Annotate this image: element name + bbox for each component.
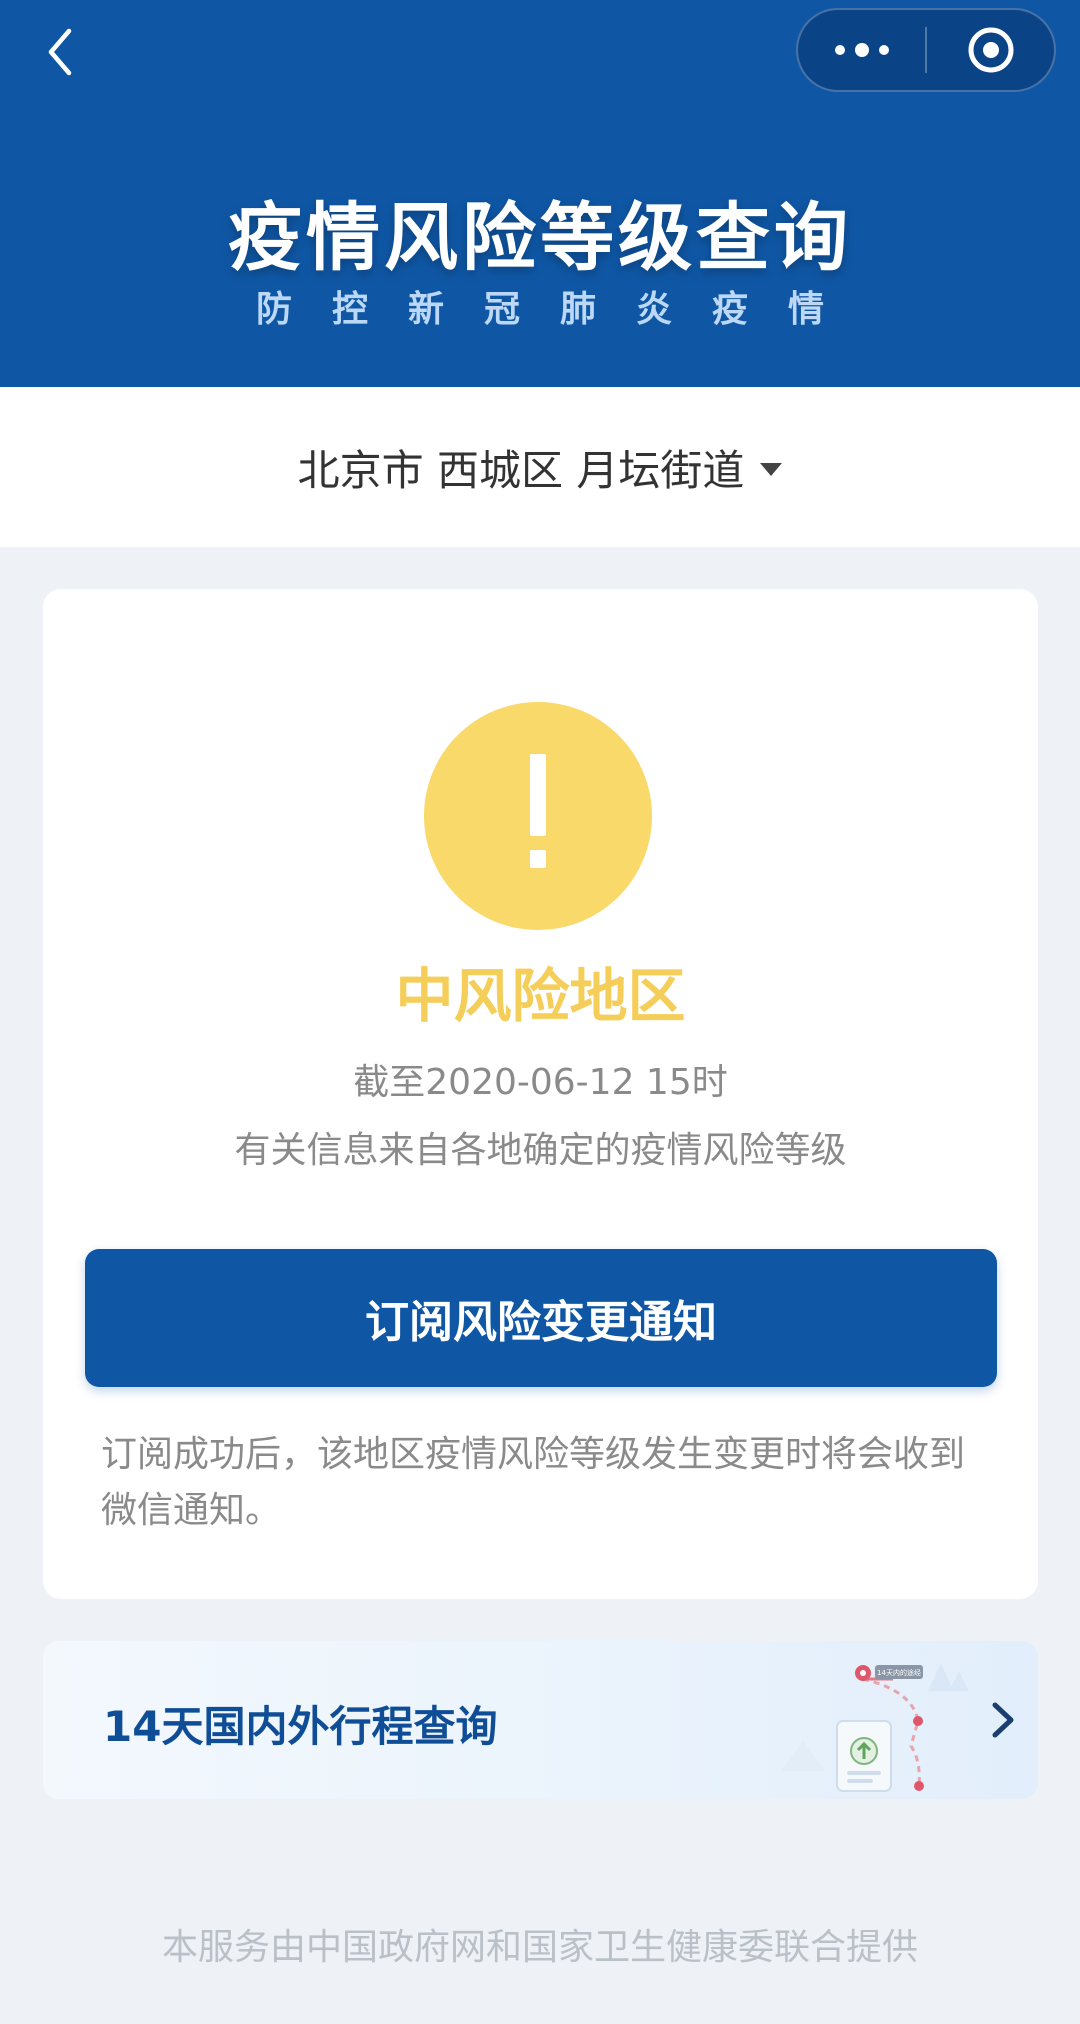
region-selector[interactable]: 北京市 西城区 月坛街道 <box>0 387 1080 547</box>
footer-credit: 本服务由中国政府网和国家卫生健康委联合提供 <box>161 1927 918 1968</box>
page-subtitle: 防控新冠肺炎疫情 <box>255 289 864 330</box>
illustration-tag: 14天内的途经 <box>877 1668 921 1677</box>
risk-status-card: 中风险地区 截至2020-06-12 15时 有关信息来自各地确定的疫情风险等级… <box>43 589 1038 1599</box>
target-circle-icon <box>968 27 1013 73</box>
risk-level-label: 中风险地区 <box>395 962 686 1030</box>
exclamation-icon <box>424 702 652 930</box>
chevron-left-icon <box>48 28 72 76</box>
caret-down-icon <box>760 462 783 476</box>
subscribe-button[interactable]: 订阅风险变更通知 <box>85 1249 997 1387</box>
subscribe-note: 订阅成功后，该地区疫情风险等级发生变更时将会收到微信通知。 <box>101 1434 966 1531</box>
trip-query-title: 14天国内外行程查询 <box>103 1702 498 1751</box>
header: 疫情风险等级查询 防控新冠肺炎疫情 <box>0 0 1080 387</box>
region-label: 北京市 西城区 月坛街道 <box>297 445 745 495</box>
route-map-illustration: 14天内的途经 <box>781 1663 969 1792</box>
back-button[interactable] <box>36 24 84 80</box>
close-button[interactable] <box>927 10 1054 90</box>
page-title: 疫情风险等级查询 <box>228 195 852 281</box>
more-button[interactable] <box>798 10 925 90</box>
chevron-right-icon <box>992 1702 1014 1738</box>
update-time: 截至2020-06-12 15时 <box>353 1062 728 1103</box>
trip-query-card[interactable]: 14天国内外行程查询 14天内的途经 <box>43 1641 1038 1799</box>
more-dots-icon <box>834 43 889 57</box>
info-source-note: 有关信息来自各地确定的疫情风险等级 <box>234 1130 847 1171</box>
mini-program-capsule <box>796 8 1056 92</box>
